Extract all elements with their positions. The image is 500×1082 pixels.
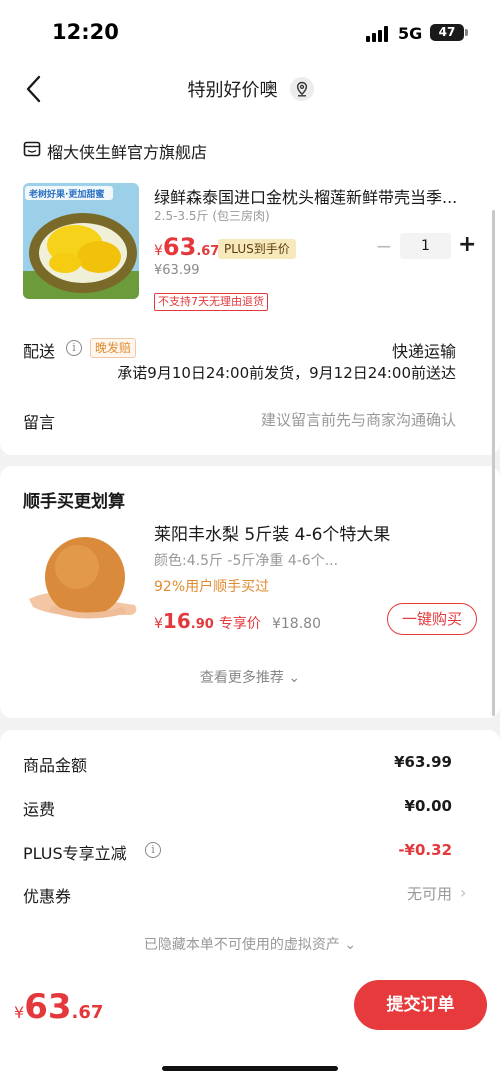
coupon-label: 优惠券 — [23, 887, 72, 906]
shop-icon — [23, 141, 41, 157]
battery-tip — [465, 29, 468, 36]
hidden-assets-toggle[interactable]: 已隐藏本单不可使用的虚拟资产 ⌄ — [0, 934, 500, 954]
battery-icon: 47 — [430, 24, 464, 41]
quantity-decrease-button[interactable]: − — [375, 236, 393, 256]
product-image-slogan: 老树好果·更加甜蜜 — [28, 188, 104, 200]
network-label: 5G — [398, 24, 423, 43]
recommendation-name[interactable]: 莱阳丰水梨 5斤装 4-6个特大果 — [154, 520, 390, 545]
recommendation-image[interactable] — [23, 521, 139, 637]
recommendation-title: 顺手买更划算 — [23, 492, 125, 512]
quantity-input[interactable]: 1 — [400, 233, 451, 259]
shop-name[interactable]: 榴大侠生鲜官方旗舰店 — [47, 139, 207, 163]
plus-discount-label: PLUS专享立减 — [23, 844, 127, 863]
late-compensation-badge: 晚发赔 — [90, 338, 137, 358]
signal-icon — [366, 26, 390, 42]
total-price: ¥63.67 — [14, 987, 104, 1027]
info-icon[interactable]: i — [145, 842, 161, 858]
product-spec: 2.5-3.5斤 (包三房肉) — [154, 209, 270, 223]
shipping-promise: 承诺9月10日24:00前发货，9月12日24:00前送达 — [117, 364, 456, 382]
status-time: 12:20 — [52, 20, 119, 44]
product-original-price: ¥63.99 — [154, 263, 200, 278]
no-return-badge: 不支持7天无理由退货 — [154, 293, 268, 311]
location-icon[interactable] — [290, 77, 314, 101]
info-icon[interactable]: i — [66, 340, 82, 356]
goods-amount-label: 商品金额 — [23, 756, 88, 775]
recommendation-spec: 颜色:4.5斤 -5斤净重 4-6个... — [154, 553, 339, 569]
home-indicator[interactable] — [162, 1066, 338, 1071]
product-price: ¥63.67 — [154, 233, 220, 261]
more-recommendations-link[interactable]: 查看更多推荐 ⌄ — [0, 667, 500, 687]
coupon-value[interactable]: 无可用 — [300, 883, 452, 904]
submit-order-button[interactable]: 提交订单 — [354, 980, 487, 1030]
product-title[interactable]: 绿鲜森泰国进口金枕头榴莲新鲜带壳当季... — [154, 184, 479, 208]
shipping-fee-label: 运费 — [23, 800, 56, 819]
one-click-buy-button[interactable]: 一键购买 — [387, 603, 477, 635]
shipping-fee-value: ¥0.00 — [404, 797, 452, 815]
plus-price-badge: PLUS到手价 — [218, 239, 296, 259]
page-title: 特别好价噢 — [187, 80, 278, 101]
product-image[interactable]: 老树好果·更加甜蜜 — [23, 183, 139, 299]
message-label: 留言 — [23, 413, 56, 432]
plus-discount-value: -¥0.32 — [398, 841, 452, 859]
goods-amount-value: ¥63.99 — [394, 753, 452, 771]
scrollbar[interactable] — [492, 210, 495, 716]
quantity-increase-button[interactable]: + — [458, 234, 476, 256]
chevron-right-icon[interactable]: › — [460, 883, 466, 902]
shipping-method[interactable]: 快递运输 — [330, 338, 456, 362]
message-input[interactable]: 建议留言前先与商家沟通确认 — [200, 409, 456, 430]
recommendation-price: ¥16.90 专享价 ¥18.80 — [154, 609, 321, 633]
delivery-label: 配送 — [23, 342, 56, 361]
recommendation-percent: 92%用户顺手买过 — [154, 579, 270, 595]
